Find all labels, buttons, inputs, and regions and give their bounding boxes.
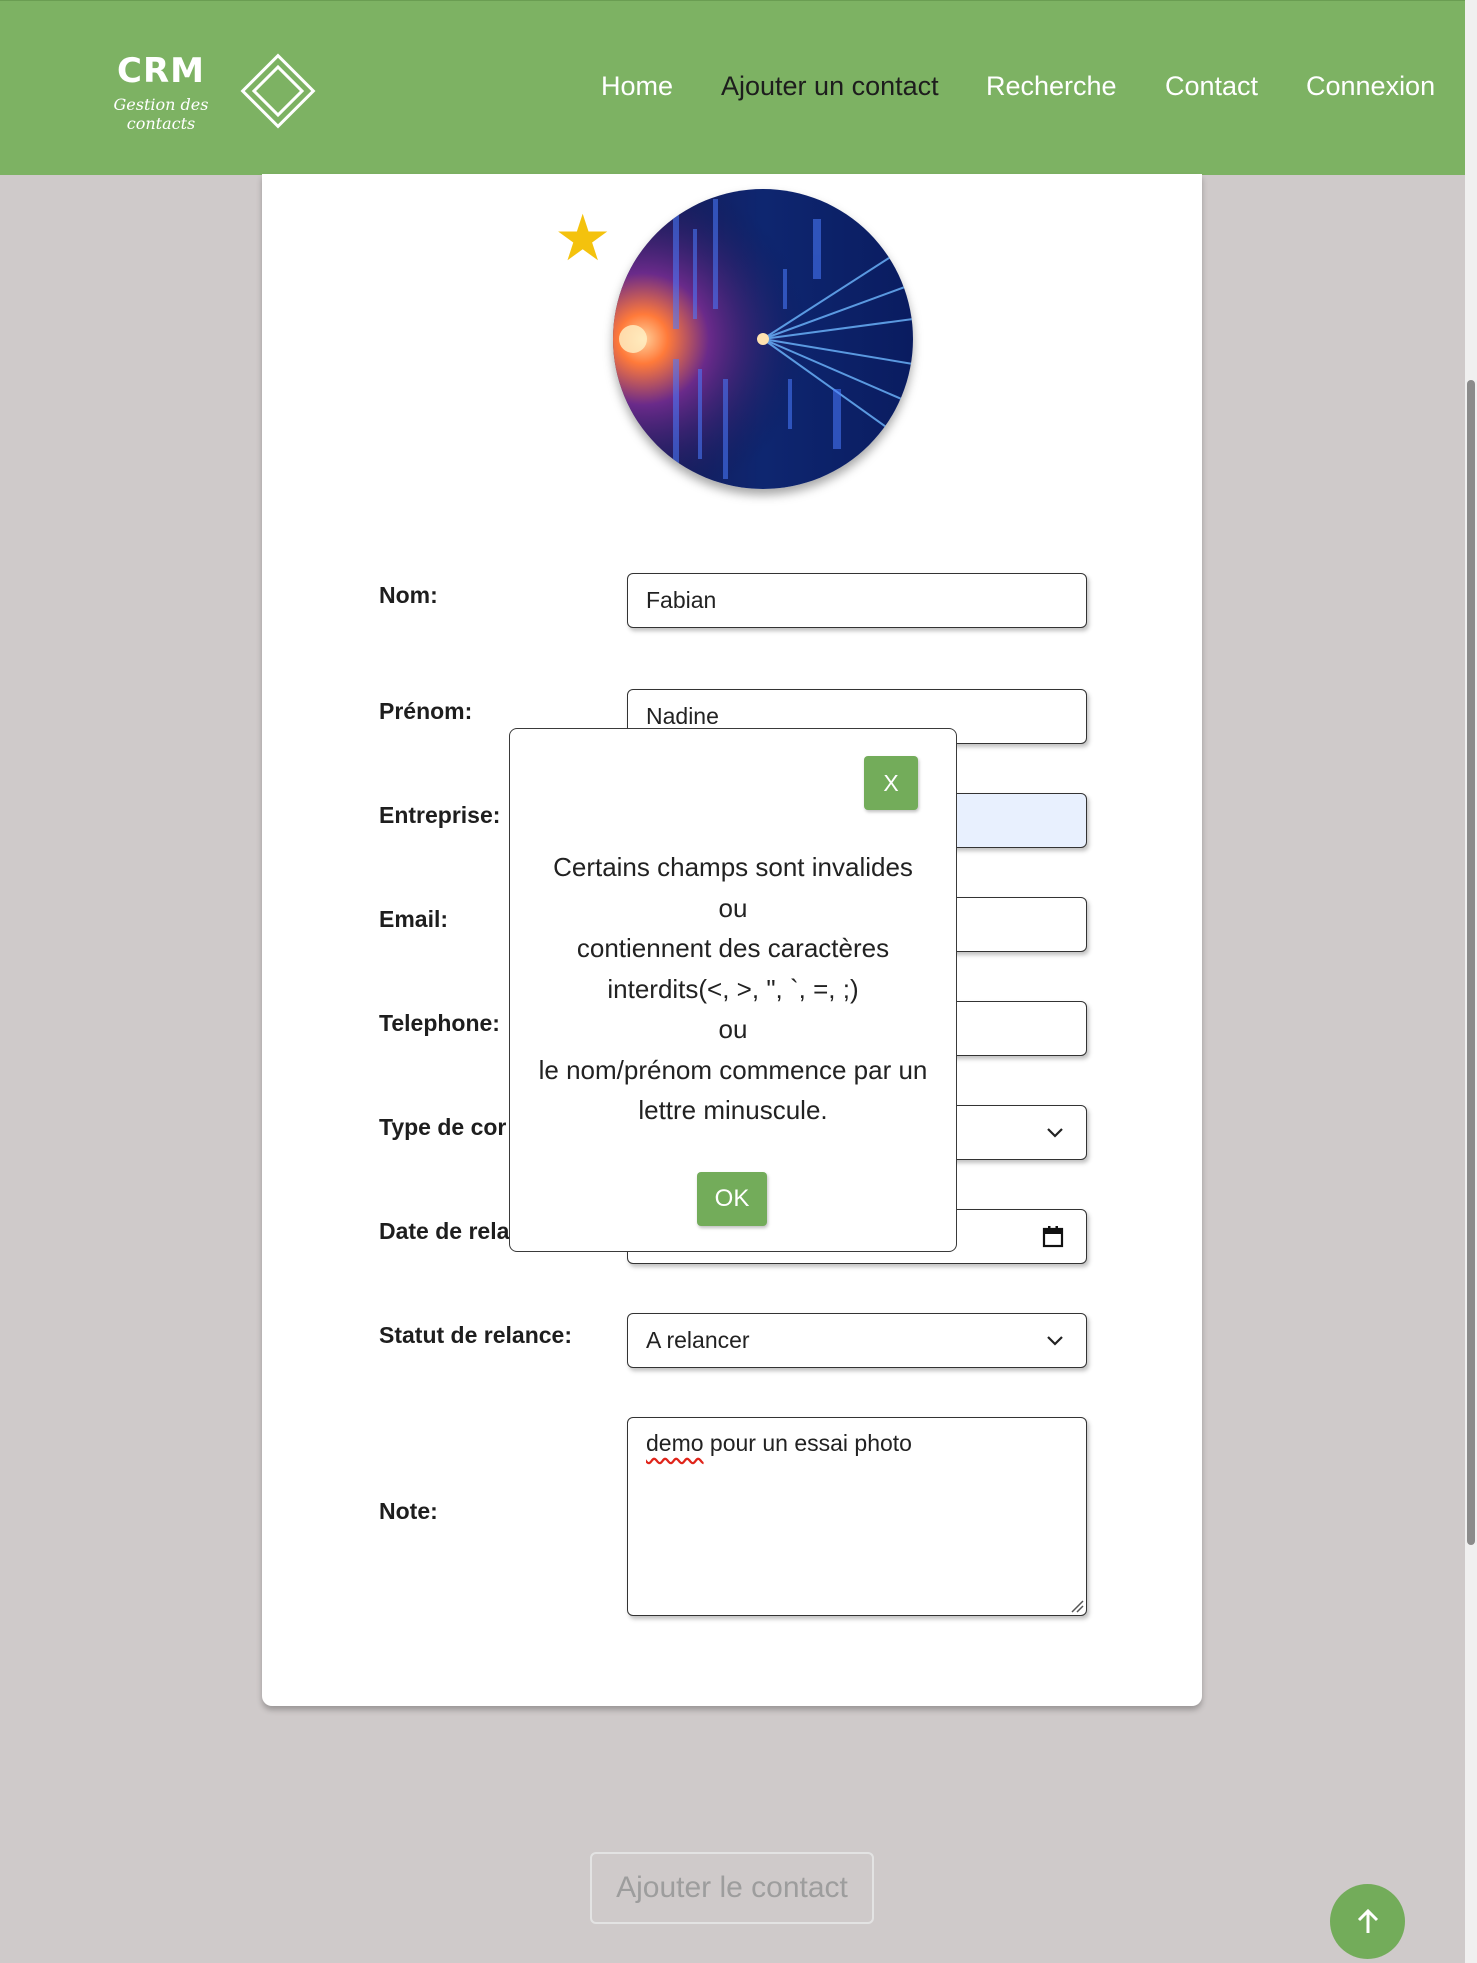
add-contact-button[interactable]: Ajouter le contact: [590, 1852, 874, 1924]
site-header: CRM Gestion des contacts Home Ajouter un…: [0, 0, 1465, 175]
note-label: Note:: [379, 1498, 438, 1524]
resize-handle-icon[interactable]: [1070, 1599, 1084, 1613]
modal-message-line: Certains champs sont invalides: [553, 852, 913, 882]
statut-relance-value: A relancer: [646, 1327, 750, 1353]
note-misspelled-word: demo: [646, 1430, 704, 1456]
modal-message: Certains champs sont invalides ou contie…: [510, 847, 956, 1131]
modal-message-line: ou: [718, 1014, 748, 1044]
modal-close-button[interactable]: X: [864, 756, 918, 810]
nom-field[interactable]: Fabian: [627, 573, 1087, 628]
chevron-down-icon: [1047, 1336, 1063, 1346]
entreprise-label: Entreprise:: [379, 802, 501, 828]
scrollbar-thumb[interactable]: [1467, 380, 1475, 1545]
modal-message-line: ou: [718, 892, 748, 923]
diamond-logo-icon: [240, 53, 316, 129]
star-icon[interactable]: ★: [554, 206, 611, 270]
chevron-down-icon: [1047, 1128, 1063, 1138]
note-value: demo pour un essai photo: [646, 1430, 912, 1457]
modal-ok-button[interactable]: OK: [697, 1172, 767, 1226]
modal-message-line: contiennent des caractères: [576, 933, 890, 963]
nom-label: Nom:: [379, 582, 438, 608]
date-relance-label: Date de rela: [379, 1218, 510, 1244]
nav-contact[interactable]: Contact: [1165, 71, 1258, 102]
nom-value: Fabian: [646, 587, 717, 613]
prenom-label: Prénom:: [379, 698, 473, 724]
nav-recherche[interactable]: Recherche: [986, 71, 1117, 102]
scroll-to-top-button[interactable]: [1330, 1884, 1405, 1959]
statut-relance-label: Statut de relance:: [379, 1322, 572, 1348]
note-textarea[interactable]: demo pour un essai photo: [627, 1417, 1087, 1616]
modal-message-line: lettre minuscule.: [638, 1095, 828, 1125]
validation-error-modal: X Certains champs sont invalides ou cont…: [509, 728, 957, 1252]
statut-relance-select[interactable]: A relancer: [627, 1313, 1087, 1368]
nav-home[interactable]: Home: [601, 71, 673, 102]
type-contact-label: Type de cor: [379, 1114, 507, 1140]
modal-message-line: interdits(<, >, ", `, =, ;): [607, 973, 859, 1004]
page-scrollbar[interactable]: [1465, 0, 1477, 1963]
logo-title: CRM: [117, 51, 205, 91]
note-text: pour un essai photo: [703, 1430, 912, 1456]
nav-ajouter-contact[interactable]: Ajouter un contact: [721, 71, 939, 102]
logo-subtitle: Gestion des contacts: [113, 95, 209, 133]
calendar-icon[interactable]: [1042, 1225, 1064, 1249]
contact-photo[interactable]: [613, 189, 913, 489]
nav-connexion[interactable]: Connexion: [1306, 71, 1435, 102]
photo-image: [613, 189, 913, 489]
logo[interactable]: CRM Gestion des contacts: [96, 51, 226, 133]
email-label: Email:: [379, 906, 449, 932]
modal-message-line: le nom/prénom commence par un: [538, 1054, 928, 1085]
arrow-up-icon: [1357, 1908, 1378, 1933]
prenom-value: Nadine: [646, 703, 719, 729]
telephone-label: Telephone:: [379, 1010, 500, 1036]
